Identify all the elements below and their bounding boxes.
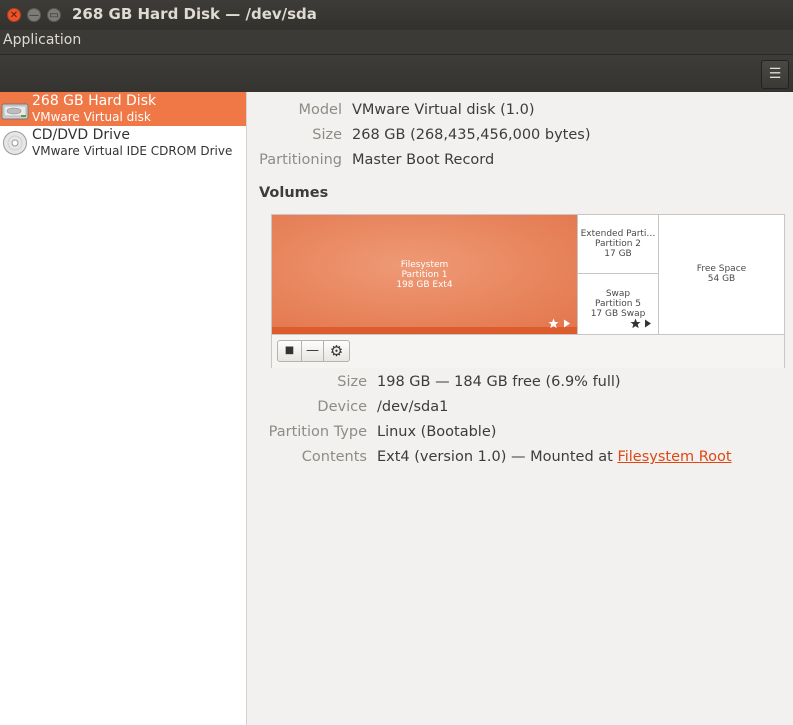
partition-size-value: 198 GB — 184 GB free (6.9% full) xyxy=(377,374,621,390)
menu-application[interactable]: Application xyxy=(3,32,81,48)
device-item-hard-disk[interactable]: 268 GB Hard Disk VMware Virtual disk xyxy=(0,92,246,126)
menu-bar: Application xyxy=(0,30,793,54)
play-arrow-icon xyxy=(564,319,570,328)
segment-line: Swap xyxy=(605,289,631,299)
partition-size-label: Size xyxy=(337,374,367,390)
contents-value: Ext4 (version 1.0) — Mounted at Filesyst… xyxy=(377,449,732,465)
segment-line: Extended Parti… xyxy=(580,229,656,239)
partitioning-value: Master Boot Record xyxy=(352,152,495,168)
maximize-window-button[interactable]: ▭ xyxy=(47,8,61,22)
device-name: CD/DVD Drive xyxy=(32,127,130,143)
contents-text: Ext4 (version 1.0) — Mounted at xyxy=(377,449,618,465)
segment-line: 17 GB Swap xyxy=(590,309,646,319)
partition-1-segment[interactable]: Filesystem Partition 1 198 GB Ext4 xyxy=(272,215,577,334)
segment-line: 198 GB Ext4 xyxy=(396,280,453,290)
minimize-window-button[interactable]: — xyxy=(27,8,41,22)
partition-type-value: Linux (Bootable) xyxy=(377,424,497,440)
device-label: Device xyxy=(317,399,367,415)
volume-map: Filesystem Partition 1 198 GB Ext4 Exten… xyxy=(271,214,785,368)
segment-line: Free Space xyxy=(696,264,747,274)
free-space-segment[interactable]: Free Space 54 GB xyxy=(658,215,784,334)
device-subtitle: VMware Virtual IDE CDROM Drive xyxy=(32,144,233,158)
model-value: VMware Virtual disk (1.0) xyxy=(352,102,535,118)
filesystem-root-link[interactable]: Filesystem Root xyxy=(617,449,731,465)
partition-type-label: Partition Type xyxy=(268,424,367,440)
segment-line: Partition 2 xyxy=(594,239,642,249)
model-label: Model xyxy=(298,102,342,118)
device-subtitle: VMware Virtual disk xyxy=(32,110,151,124)
delete-partition-button[interactable]: — xyxy=(302,340,324,362)
hard-disk-icon xyxy=(1,103,29,120)
title-bar: ✕ — ▭ 268 GB Hard Disk — /dev/sda xyxy=(0,0,793,30)
segment-line: Partition 1 xyxy=(401,270,448,280)
partition-5-segment[interactable]: Swap Partition 5 17 GB Swap xyxy=(577,274,658,334)
size-value: 268 GB (268,435,456,000 bytes) xyxy=(352,127,591,143)
window-title: 268 GB Hard Disk — /dev/sda xyxy=(72,5,317,23)
segment-line: Partition 5 xyxy=(594,299,642,309)
device-item-cd-dvd[interactable]: CD/DVD Drive VMware Virtual IDE CDROM Dr… xyxy=(0,126,246,160)
unmount-button[interactable]: ■ xyxy=(277,340,302,362)
star-icon xyxy=(630,318,641,329)
drive-details-panel: Model VMware Virtual disk (1.0) Size 268… xyxy=(247,92,793,725)
device-value: /dev/sda1 xyxy=(377,399,449,415)
partitioning-label: Partitioning xyxy=(259,152,342,168)
volumes-heading: Volumes xyxy=(259,185,329,201)
play-arrow-icon xyxy=(645,319,651,328)
segment-line: 54 GB xyxy=(707,274,736,284)
optical-disc-icon xyxy=(3,131,27,155)
size-label: Size xyxy=(312,127,342,143)
device-name: 268 GB Hard Disk xyxy=(32,93,157,109)
star-icon xyxy=(548,318,559,329)
close-window-button[interactable]: ✕ xyxy=(7,8,21,22)
segment-line: 17 GB xyxy=(604,249,632,259)
device-sidebar: 268 GB Hard Disk VMware Virtual disk CD/… xyxy=(0,92,247,725)
hamburger-menu-icon[interactable]: ☰ xyxy=(761,60,789,89)
gear-icon[interactable]: ⚙ xyxy=(324,340,350,362)
partition-2-segment[interactable]: Extended Parti… Partition 2 17 GB xyxy=(577,215,658,274)
header-toolbar: ☰ xyxy=(0,54,793,92)
volume-toolbar: ■ — ⚙ xyxy=(272,334,784,368)
contents-label: Contents xyxy=(301,449,367,465)
segment-line: Filesystem xyxy=(400,260,449,270)
